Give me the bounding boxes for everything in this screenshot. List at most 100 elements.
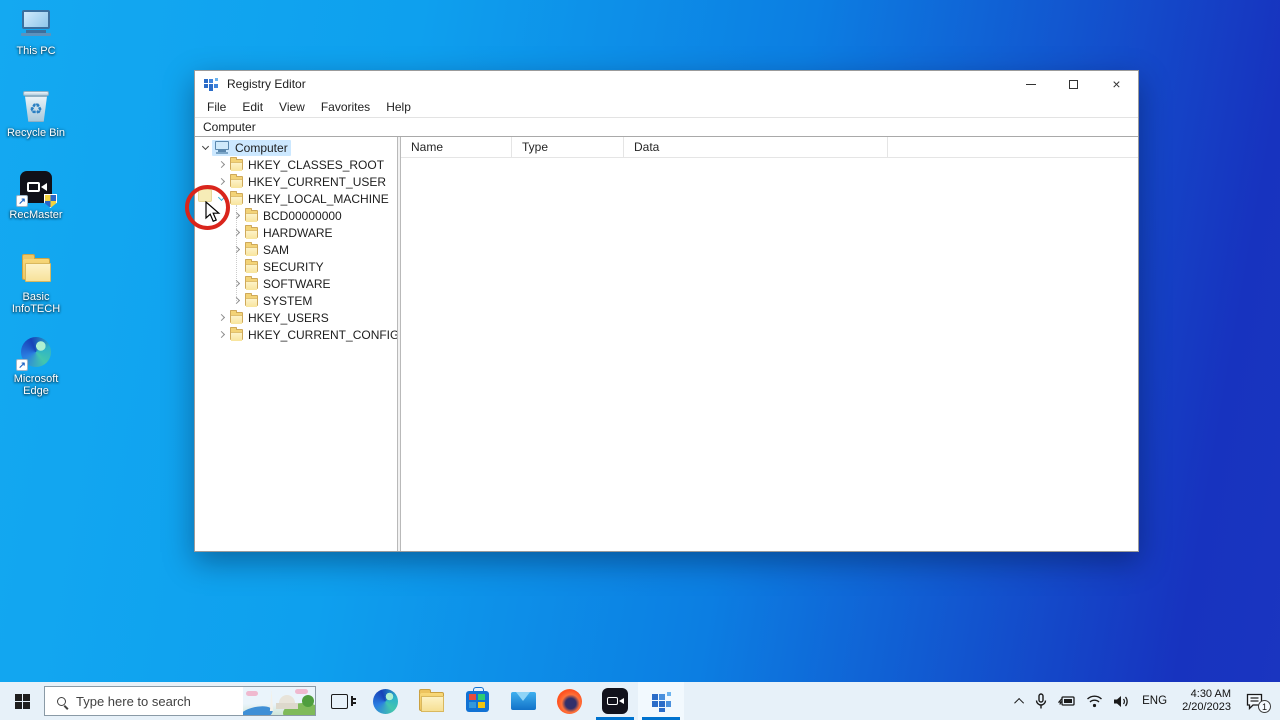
tray-volume-button[interactable] (1108, 682, 1135, 720)
tray-network-button[interactable] (1081, 682, 1108, 720)
wifi-icon (1086, 694, 1103, 708)
folder-icon (245, 227, 258, 238)
start-button[interactable] (0, 682, 44, 720)
recycle-bin-icon: ♻ (17, 88, 55, 124)
folder-icon (245, 295, 258, 306)
minimize-icon (1026, 84, 1036, 85)
tray-overflow-button[interactable] (1012, 682, 1029, 720)
window-controls: × (1009, 71, 1138, 97)
menu-edit[interactable]: Edit (234, 100, 271, 114)
registry-editor-icon (650, 690, 672, 712)
desktop-icon-microsoft-edge[interactable]: Microsoft Edge (6, 334, 66, 416)
windows-logo-icon (15, 694, 30, 709)
folder-icon (230, 159, 243, 170)
column-header-name[interactable]: Name (401, 137, 512, 157)
tree-item-hkey-current-config[interactable]: HKEY_CURRENT_CONFIG (195, 326, 397, 343)
taskbar-file-explorer-button[interactable] (408, 682, 454, 720)
taskbar-search[interactable] (44, 686, 316, 716)
tree-item-hkey-current-user[interactable]: HKEY_CURRENT_USER (195, 173, 397, 190)
desktop-icon-label: Microsoft Edge (6, 373, 66, 397)
menu-favorites[interactable]: Favorites (313, 100, 378, 114)
desktop-icon-recmaster[interactable]: RecMaster (6, 170, 66, 252)
folder-icon (230, 193, 243, 204)
microsoft-store-icon (466, 691, 489, 712)
desktop-icon-label: Basic InfoTECH (6, 291, 66, 315)
title-bar[interactable]: Registry Editor × (195, 71, 1138, 97)
microphone-icon (1034, 693, 1048, 710)
tray-clock[interactable]: 4:30 AM 2/20/2023 (1174, 688, 1239, 714)
taskbar-recmaster-button[interactable] (592, 682, 638, 720)
this-pc-icon (17, 6, 55, 42)
menu-view[interactable]: View (271, 100, 313, 114)
taskbar-edge-button[interactable] (362, 682, 408, 720)
menu-help[interactable]: Help (378, 100, 419, 114)
task-view-button[interactable] (316, 682, 362, 720)
tree-item-system[interactable]: SYSTEM (195, 292, 397, 309)
desktop-icon-this-pc[interactable]: This PC (6, 6, 66, 88)
tree-item-software[interactable]: SOFTWARE (195, 275, 397, 292)
desktop-icon-recycle-bin[interactable]: ♻ Recycle Bin (6, 88, 66, 170)
maximize-icon (1069, 80, 1078, 89)
tray-time: 4:30 AM (1191, 688, 1231, 701)
recmaster-icon (17, 170, 55, 206)
shortcut-arrow-icon (16, 359, 28, 371)
search-input[interactable] (76, 694, 243, 709)
notification-center-button[interactable]: 1 (1239, 682, 1274, 720)
address-bar[interactable]: Computer (195, 118, 1138, 137)
mouse-cursor-icon (205, 201, 223, 223)
taskbar-mail-button[interactable] (500, 682, 546, 720)
tray-date: 2/20/2023 (1182, 701, 1231, 714)
tree-item-hardware[interactable]: HARDWARE (195, 224, 397, 241)
chevron-right-icon[interactable] (215, 311, 228, 324)
uac-shield-icon (44, 194, 57, 208)
search-highlight-illustration[interactable] (243, 687, 315, 715)
taskbar-registry-editor-button[interactable] (638, 682, 684, 720)
tray-battery-button[interactable] (1053, 682, 1081, 720)
chevron-right-icon[interactable] (215, 328, 228, 341)
registry-editor-window: Registry Editor × File Edit View Favorit… (194, 70, 1139, 552)
close-icon: × (1112, 77, 1120, 91)
window-title: Registry Editor (227, 77, 306, 91)
search-icon (57, 697, 66, 706)
system-tray: ENG 4:30 AM 2/20/2023 1 (1012, 682, 1280, 720)
tray-microphone-button[interactable] (1029, 682, 1053, 720)
column-header-data[interactable]: Data (624, 137, 888, 157)
chevron-down-icon[interactable] (199, 141, 212, 154)
shortcut-arrow-icon (16, 195, 28, 207)
tray-language-indicator[interactable]: ENG (1135, 695, 1174, 707)
taskbar-firefox-button[interactable] (546, 682, 592, 720)
maximize-button[interactable] (1052, 71, 1095, 97)
column-header-filler (888, 137, 1138, 157)
desktop-icon-basic-infotech[interactable]: Basic InfoTECH (6, 252, 66, 334)
battery-icon (1058, 694, 1076, 708)
folder-icon (245, 244, 258, 255)
desktop-icon-label: This PC (16, 45, 55, 57)
registry-editor-icon (204, 77, 219, 92)
taskbar-store-button[interactable] (454, 682, 500, 720)
folder-icon (230, 329, 243, 340)
close-button[interactable]: × (1095, 71, 1138, 97)
computer-icon (214, 141, 230, 154)
firefox-icon (557, 689, 582, 714)
edge-icon (17, 334, 55, 370)
menu-file[interactable]: File (199, 100, 234, 114)
desktop-icon-label: Recycle Bin (7, 127, 65, 139)
tree-item-sam[interactable]: SAM (195, 241, 397, 258)
tree-item-computer[interactable]: Computer (195, 139, 397, 156)
folder-icon (245, 210, 258, 221)
edge-icon (373, 689, 398, 714)
tree-item-hkey-users[interactable]: HKEY_USERS (195, 309, 397, 326)
folder-icon (245, 278, 258, 289)
tree-item-hkey-classes-root[interactable]: HKEY_CLASSES_ROOT (195, 156, 397, 173)
desktop-icon-label: RecMaster (9, 209, 62, 221)
minimize-button[interactable] (1009, 71, 1052, 97)
file-explorer-icon (419, 692, 444, 711)
chevron-right-icon[interactable] (215, 175, 228, 188)
taskbar-apps (316, 682, 684, 720)
chevron-right-icon[interactable] (215, 158, 228, 171)
desktop-icon-list: This PC ♻ Recycle Bin RecMaster Basic In… (6, 6, 66, 416)
task-view-icon (331, 694, 348, 709)
recmaster-icon (602, 688, 628, 714)
tree-item-security[interactable]: SECURITY (195, 258, 397, 275)
column-header-type[interactable]: Type (512, 137, 624, 157)
